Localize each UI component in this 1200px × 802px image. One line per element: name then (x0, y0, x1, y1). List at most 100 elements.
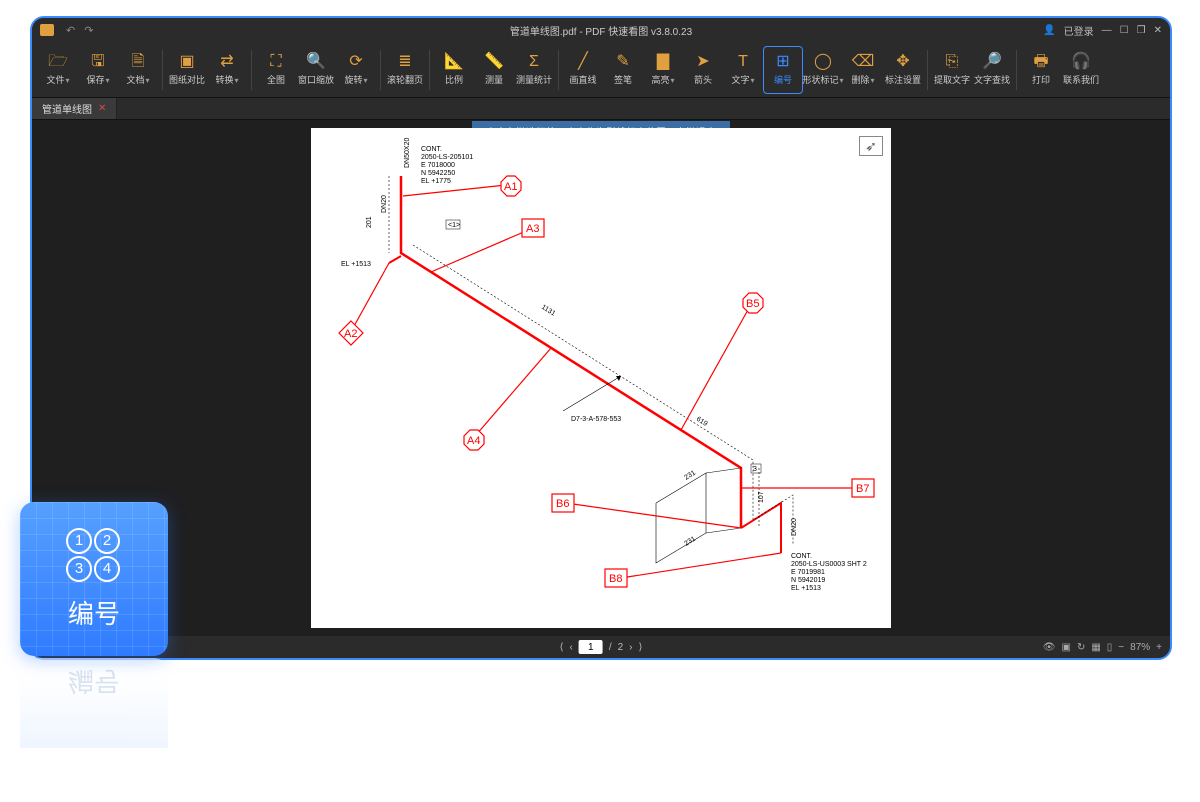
tool-measure[interactable]: 📏测量 (474, 46, 514, 94)
rotate-icon[interactable]: ↻ (1077, 642, 1085, 653)
annot-icon: ✥ (896, 53, 909, 71)
docs-icon: 🗎 (132, 53, 145, 71)
first-page-button[interactable]: ⟨ (560, 642, 564, 653)
visibility-icon[interactable]: 👁 (1043, 642, 1056, 653)
svg-text:CONT.: CONT. (791, 553, 812, 560)
tool-label: 图纸对比 (169, 73, 205, 86)
tool-contact[interactable]: 🎧联系我们 (1061, 46, 1101, 94)
tool-label: 测量统计 (516, 73, 552, 86)
tool-file[interactable]: 🗁文件 (38, 46, 78, 94)
svg-text:1131: 1131 (540, 304, 557, 318)
number-icon: ⊞ (776, 53, 789, 71)
measure-icon: 📏 (484, 53, 504, 71)
tool-label: 文字 (731, 73, 754, 86)
single-page-icon[interactable]: ▯ (1107, 642, 1113, 653)
tool-label: 画直线 (569, 73, 596, 86)
tool-label: 窗口缩放 (298, 73, 334, 86)
shape-icon: ◯ (814, 53, 832, 71)
tool-label: 打印 (1032, 73, 1050, 86)
tool-label: 签笔 (614, 73, 632, 86)
tab-label: 管道单线图 (42, 101, 92, 116)
toolbar-separator (380, 50, 381, 90)
last-page-button[interactable]: ⟩ (639, 642, 643, 653)
toolbar-separator (927, 50, 928, 90)
feature-card-reflection: 编号 (20, 658, 168, 748)
statusbar: 当前页未设置测量比例 ⟨ ‹ / 2 › ⟩ 👁 ▣ ↻ ▦ ▯ − 87% + (32, 636, 1170, 658)
tool-rotate[interactable]: ⟳旋转 (336, 46, 376, 94)
maximize-button[interactable]: ☐ (1120, 25, 1129, 36)
tool-label: 形状标记 (802, 73, 843, 86)
stats-icon: Σ (529, 53, 539, 71)
tab-close-icon[interactable]: ✕ (98, 103, 106, 114)
toolbar-separator (1016, 50, 1017, 90)
full-icon: ⛶ (270, 53, 281, 71)
svg-text:CONT.: CONT. (421, 146, 442, 153)
tool-label: 全图 (267, 73, 285, 86)
tool-line[interactable]: ╱ 画直线 (563, 46, 603, 94)
toolbar: 🗁文件🖫保存🗎文档▣图纸对比⇄转换⛶全图🔍窗口缩放⟳旋转≣滚轮翻页📐比例📏测量Σ… (32, 42, 1170, 98)
tool-full[interactable]: ⛶ 全图 (256, 46, 296, 94)
tool-print[interactable]: 🖶打印 (1021, 46, 1061, 94)
tool-annot[interactable]: ✥标注设置 (883, 46, 923, 94)
minimize-button[interactable]: — (1102, 25, 1112, 36)
login-status: 已登录 (1064, 23, 1094, 38)
toolbar-separator (251, 50, 252, 90)
svg-text:2050-LS-US0003 SHT 2: 2050-LS-US0003 SHT 2 (791, 561, 867, 568)
svg-text:231: 231 (683, 536, 697, 548)
pdf-page[interactable]: ➶ CONT. 2050-LS-205101 E 7018000 N 59422… (311, 128, 891, 628)
find-icon: 🔎 (982, 53, 1002, 71)
save-icon: 🖫 (91, 53, 105, 71)
layout-icon[interactable]: ▦ (1091, 642, 1100, 653)
svg-text:B7: B7 (856, 483, 869, 495)
close-button[interactable]: ✕ (1154, 25, 1162, 36)
svg-text:B6: B6 (556, 498, 569, 510)
titlebar: ↶ ↷ 管道单线图.pdf - PDF 快速看图 v3.8.0.23 👤 已登录… (32, 18, 1170, 42)
tool-label: 编号 (774, 73, 792, 86)
tool-convert[interactable]: ⇄转换 (207, 46, 247, 94)
tool-number[interactable]: ⊞ 编号 (763, 46, 803, 94)
svg-text:2050-LS-205101: 2050-LS-205101 (421, 154, 473, 161)
svg-text:DN20: DN20 (381, 195, 388, 213)
tool-text[interactable]: T文字 (723, 46, 763, 94)
tool-highlight[interactable]: ▇高亮 (643, 46, 683, 94)
tab-bar: 管道单线图 ✕ (32, 98, 1170, 120)
tool-label: 箭头 (694, 73, 712, 86)
zoom-in-button[interactable]: + (1156, 642, 1162, 653)
app-icon (40, 24, 54, 36)
page-sep: / (609, 642, 612, 653)
pen-icon: ✎ (616, 53, 629, 71)
document-tab[interactable]: 管道单线图 ✕ (32, 98, 117, 119)
zoom-out-button[interactable]: − (1118, 642, 1124, 653)
tool-zoom[interactable]: 🔍窗口缩放 (296, 46, 336, 94)
tool-scale[interactable]: 📐比例 (434, 46, 474, 94)
svg-text:<1>: <1> (448, 222, 460, 229)
toolbar-separator (429, 50, 430, 90)
svg-text:E 7019981: E 7019981 (791, 569, 825, 576)
restore-button[interactable]: ❐ (1137, 25, 1146, 36)
line-icon: ╱ (578, 53, 588, 71)
svg-text:D7-3-A-578-553: D7-3-A-578-553 (571, 416, 621, 423)
page-number-input[interactable] (579, 640, 603, 654)
user-icon[interactable]: 👤 (1043, 25, 1055, 36)
tool-save[interactable]: 🖫保存 (78, 46, 118, 94)
next-page-button[interactable]: › (629, 642, 632, 653)
prev-page-button[interactable]: ‹ (569, 642, 572, 653)
fit-page-icon[interactable]: ▣ (1061, 642, 1070, 653)
tool-label: 转换 (215, 73, 238, 86)
drawing-svg: CONT. 2050-LS-205101 E 7018000 N 5942250… (311, 128, 891, 628)
tool-stats[interactable]: Σ 测量统计 (514, 46, 554, 94)
tool-docs[interactable]: 🗎文档 (118, 46, 158, 94)
scroll-icon: ≣ (398, 53, 411, 71)
svg-text:3: 3 (753, 466, 757, 473)
tool-extract[interactable]: ⎘提取文字 (932, 46, 972, 94)
history-buttons[interactable]: ↶ ↷ (66, 24, 97, 37)
delete-icon: ⌫ (852, 53, 875, 71)
tool-pen[interactable]: ✎ 签笔 (603, 46, 643, 94)
svg-text:B8: B8 (609, 573, 622, 585)
tool-arrow[interactable]: ➤箭头 (683, 46, 723, 94)
tool-find[interactable]: 🔎文字查找 (972, 46, 1012, 94)
tool-compare[interactable]: ▣图纸对比 (167, 46, 207, 94)
tool-shape[interactable]: ◯ 形状标记 (803, 46, 843, 94)
tool-delete[interactable]: ⌫删除 (843, 46, 883, 94)
tool-scroll[interactable]: ≣滚轮翻页 (385, 46, 425, 94)
